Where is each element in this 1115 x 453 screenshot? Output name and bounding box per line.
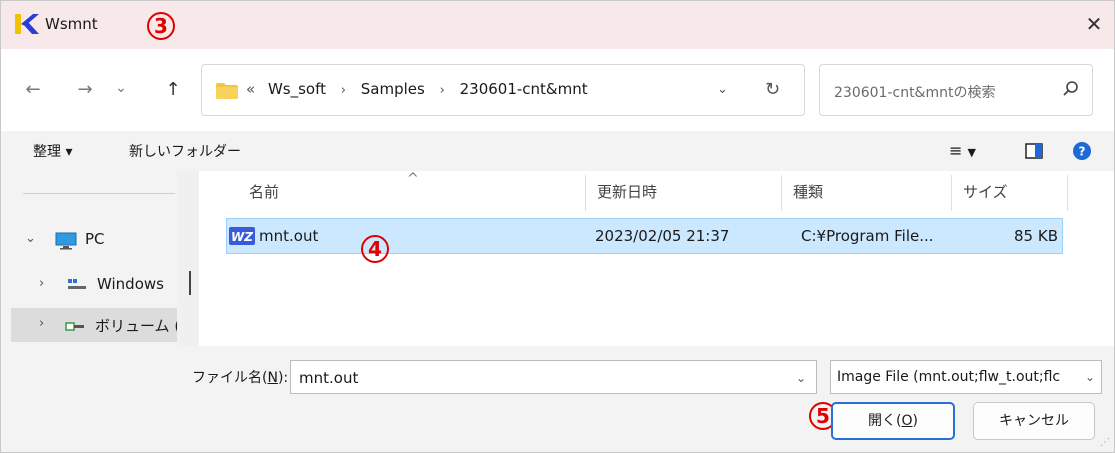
nav-item-label: Windows xyxy=(97,275,164,293)
up-arrow-icon[interactable]: ↑ xyxy=(161,79,185,103)
chevron-down-icon[interactable]: ⌄ xyxy=(796,371,806,385)
filename-input[interactable]: mnt.out xyxy=(299,369,358,387)
forward-arrow-icon[interactable]: → xyxy=(73,79,97,103)
navigation-pane: ⌄ PC › Windows › ボリューム (I xyxy=(11,171,197,346)
breadcrumb-item-current[interactable]: 230601-cnt&mnt xyxy=(460,80,588,98)
chevron-down-icon[interactable]: ⌄ xyxy=(1080,370,1095,384)
nav-item-label: PC xyxy=(85,230,105,248)
breadcrumb-item-samples[interactable]: Samples xyxy=(361,80,425,98)
breadcrumb-item-ws-soft[interactable]: Ws_soft xyxy=(268,80,326,98)
filename-label: ファイル名(N): xyxy=(192,370,289,386)
search-box[interactable]: 230601-cnt&mntの検索 xyxy=(819,64,1093,116)
back-arrow-icon[interactable]: ← xyxy=(21,79,45,103)
scrollbar-thumb[interactable] xyxy=(189,271,191,295)
nav-item-label: ボリューム (I xyxy=(95,317,185,335)
file-name: mnt.out xyxy=(259,227,319,245)
dialog-footer: ファイル名(N): mnt.out ⌄ Image File (mnt.out;… xyxy=(1,346,1114,452)
view-options-icon[interactable]: ≡ ▼ xyxy=(949,141,976,160)
file-type: C:¥Program File... xyxy=(801,227,934,245)
open-button[interactable]: 開く(O) xyxy=(831,402,955,440)
nav-item-windows[interactable]: › Windows xyxy=(11,268,197,302)
column-separator[interactable] xyxy=(781,175,782,211)
window-title: Wsmnt xyxy=(45,15,98,33)
address-dropdown-chevron-icon[interactable]: ⌄ xyxy=(717,82,728,97)
help-icon[interactable]: ? xyxy=(1073,142,1091,160)
column-separator[interactable] xyxy=(585,175,586,211)
title-bar[interactable]: Wsmnt 3 ✕ xyxy=(1,1,1114,49)
callout-4: 4 xyxy=(361,235,389,263)
address-row: ← → ⌄ ↑ « Ws_soft › Samples › 230601-cnt… xyxy=(1,49,1114,131)
search-input[interactable]: 230601-cnt&mntの検索 xyxy=(834,82,995,102)
volume-drive-icon xyxy=(65,322,84,331)
column-header-name[interactable]: 名前 xyxy=(249,181,279,202)
nav-divider xyxy=(23,193,175,194)
file-list: ^ 名前 更新日時 種類 サイズ WZ mnt.out 2023/02/05 2… xyxy=(199,171,1114,346)
expand-chevron-icon[interactable]: › xyxy=(39,276,44,291)
drive-icon xyxy=(68,279,86,289)
expand-chevron-icon[interactable]: › xyxy=(39,316,44,331)
breadcrumb-separator-icon: › xyxy=(340,83,346,98)
address-bar[interactable]: « Ws_soft › Samples › 230601-cnt&mnt ⌄ ↻ xyxy=(201,64,805,116)
expand-chevron-icon[interactable]: ⌄ xyxy=(25,231,36,246)
breadcrumb: « Ws_soft › Samples › 230601-cnt&mnt xyxy=(246,80,588,98)
file-modified: 2023/02/05 21:37 xyxy=(595,227,730,245)
search-icon[interactable] xyxy=(1062,80,1080,98)
filetype-select[interactable]: Image File (mnt.out;flw_t.out;flc ⌄ xyxy=(830,360,1102,394)
pc-monitor-icon xyxy=(55,232,77,250)
column-header-type[interactable]: 種類 xyxy=(793,181,823,202)
new-folder-button[interactable]: 新しいフォルダー xyxy=(129,141,241,161)
nav-item-volume[interactable]: › ボリューム (I xyxy=(11,308,197,342)
filename-combobox[interactable]: mnt.out ⌄ xyxy=(290,360,817,394)
filetype-value: Image File (mnt.out;flw_t.out;flc xyxy=(837,369,1061,385)
table-row[interactable]: WZ mnt.out 2023/02/05 21:37 C:¥Program F… xyxy=(226,218,1063,254)
callout-3: 3 xyxy=(147,12,175,40)
svg-text:WZ: WZ xyxy=(231,230,253,244)
recent-locations-chevron-icon[interactable]: ⌄ xyxy=(109,77,133,101)
svg-text:?: ? xyxy=(1079,145,1086,159)
nav-item-pc[interactable]: ⌄ PC xyxy=(11,223,197,257)
cancel-button[interactable]: キャンセル xyxy=(973,402,1095,440)
column-header-modified[interactable]: 更新日時 xyxy=(597,181,657,202)
command-bar: 整理 ▾ 新しいフォルダー ≡ ▼ ? xyxy=(1,131,1114,171)
resize-grip-icon[interactable]: ⋰ xyxy=(1100,437,1110,448)
file-open-dialog: Wsmnt 3 ✕ ← → ⌄ ↑ « Ws_soft › Samples › … xyxy=(0,0,1115,453)
folder-icon xyxy=(216,83,238,99)
refresh-icon[interactable]: ↻ xyxy=(765,79,780,100)
navigation-scrollbar[interactable] xyxy=(177,171,199,346)
breadcrumb-overflow[interactable]: « xyxy=(246,80,255,98)
file-size: 85 KB xyxy=(1014,227,1058,245)
preview-pane-icon[interactable] xyxy=(1025,143,1043,159)
organize-menu-button[interactable]: 整理 ▾ xyxy=(33,141,72,161)
wsmnt-app-icon xyxy=(15,14,39,34)
column-header-size[interactable]: サイズ xyxy=(963,181,1008,202)
sort-ascending-icon: ^ xyxy=(407,171,419,187)
close-button[interactable]: ✕ xyxy=(1082,13,1106,37)
breadcrumb-separator-icon: › xyxy=(439,83,445,98)
column-separator[interactable] xyxy=(951,175,952,211)
column-separator[interactable] xyxy=(1067,175,1068,211)
wz-file-icon: WZ xyxy=(229,227,255,245)
